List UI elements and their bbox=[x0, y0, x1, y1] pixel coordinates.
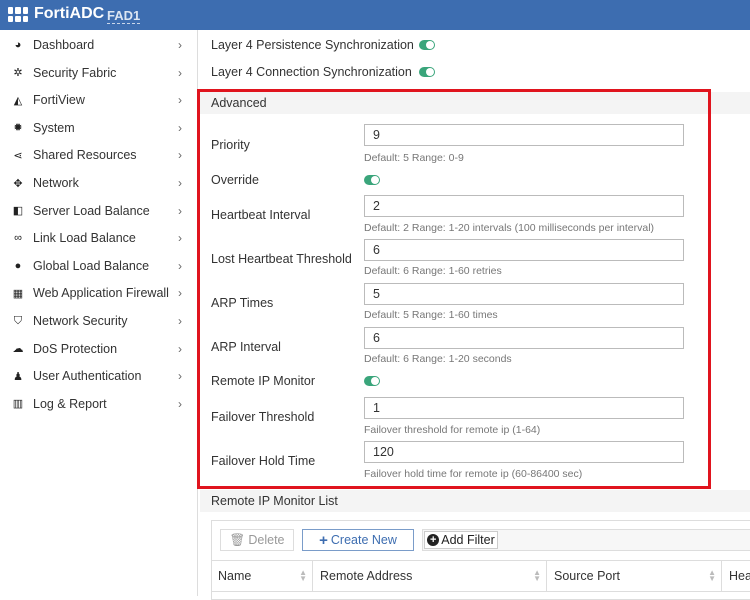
column-header-name[interactable]: Name ▲ ▼ bbox=[211, 561, 313, 591]
sort-icon: ▲ ▼ bbox=[708, 568, 716, 583]
sidebar-item-label: Web Application Firewall bbox=[33, 286, 169, 301]
chevron-right-icon: › bbox=[178, 65, 182, 80]
sidebar-item-label: Log & Report bbox=[33, 396, 107, 411]
sort-icon: ▲ ▼ bbox=[299, 568, 307, 583]
column-heartbeat-label: Hea bbox=[729, 569, 750, 583]
chevron-right-icon: › bbox=[178, 203, 182, 218]
chart-icon: ▥ bbox=[12, 398, 24, 411]
sidebar-item-label: Network Security bbox=[33, 314, 128, 328]
add-filter-button[interactable]: + Add Filter bbox=[424, 531, 498, 549]
shield-icon: ⛉ bbox=[13, 314, 23, 327]
create-new-button[interactable]: + Create New bbox=[302, 529, 414, 551]
chevron-right-icon: › bbox=[178, 286, 182, 301]
sidebar-item-label: FortiView bbox=[33, 93, 85, 108]
sidebar-item-label: User Authentication bbox=[33, 369, 142, 384]
sidebar-item-user-authentication[interactable]: ♟ User Authentication › bbox=[0, 363, 198, 389]
user-icon: ♟ bbox=[13, 370, 23, 383]
remote-ip-monitor-list-header: Remote IP Monitor List bbox=[200, 490, 750, 512]
column-name-label: Name bbox=[218, 569, 252, 583]
sidebar-item-system[interactable]: ✹ System › bbox=[0, 115, 198, 141]
globe-icon: ● bbox=[14, 259, 22, 272]
link-icon: ∞ bbox=[14, 232, 22, 245]
chevron-right-icon: › bbox=[178, 231, 182, 246]
network-icon: ✥ bbox=[13, 177, 23, 190]
brand-name: FortiADC bbox=[34, 5, 105, 22]
chevron-right-icon: › bbox=[178, 258, 182, 273]
sidebar-item-label: Security Fabric bbox=[33, 65, 117, 80]
sidebar-item-network-security[interactable]: ⛉ Network Security › bbox=[0, 308, 198, 334]
firewall-icon: ▦ bbox=[12, 287, 24, 300]
sidebar-item-shared-resources[interactable]: ⋖ Shared Resources › bbox=[0, 142, 198, 168]
sidebar-item-label: Network bbox=[33, 176, 79, 190]
chevron-right-icon: › bbox=[178, 38, 182, 52]
sidebar-item-server-load-balance[interactable]: ◧ Server Load Balance › bbox=[0, 198, 198, 224]
highlight-box bbox=[197, 89, 711, 489]
column-remote-address-label: Remote Address bbox=[320, 569, 413, 583]
chevron-right-icon: › bbox=[178, 341, 182, 356]
l4-connection-sync-label: Layer 4 Connection Synchronization bbox=[211, 65, 412, 79]
plus-icon: + bbox=[319, 531, 328, 549]
column-source-port-label: Source Port bbox=[554, 569, 621, 583]
sort-icon: ▲ ▼ bbox=[533, 568, 541, 583]
sidebar-item-link-load-balance[interactable]: ∞ Link Load Balance › bbox=[0, 225, 198, 251]
l4-persistence-sync-label: Layer 4 Persistence Synchronization bbox=[211, 38, 414, 52]
table-row-divider bbox=[211, 591, 750, 592]
sidebar-item-label: Link Load Balance bbox=[33, 231, 136, 246]
sidebar-item-dashboard[interactable]: ◕ Dashboard › bbox=[0, 32, 198, 58]
trash-icon: 🗑 bbox=[229, 532, 246, 547]
share-icon: ⋖ bbox=[13, 149, 23, 162]
l4-connection-sync-toggle[interactable] bbox=[419, 67, 435, 77]
create-new-label: Create New bbox=[330, 533, 397, 547]
chevron-right-icon: › bbox=[178, 176, 182, 190]
sidebar-item-label: Dashboard bbox=[33, 38, 95, 52]
sidebar-item-label: Server Load Balance bbox=[33, 203, 150, 218]
chevron-right-icon: › bbox=[178, 369, 182, 384]
column-header-source-port[interactable]: Source Port ▲ ▼ bbox=[547, 561, 722, 591]
sidebar-item-label: Global Load Balance bbox=[33, 258, 150, 273]
hostname[interactable]: FAD1 bbox=[107, 8, 141, 24]
sidebar-item-security-fabric[interactable]: ✲ Security Fabric › bbox=[0, 60, 198, 86]
column-header-heartbeat[interactable]: Hea bbox=[722, 561, 750, 591]
column-header-remote-address[interactable]: Remote Address ▲ ▼ bbox=[313, 561, 547, 591]
cloud-icon: ☁ bbox=[12, 343, 24, 356]
sidebar-item-global-load-balance[interactable]: ● Global Load Balance › bbox=[0, 253, 198, 279]
server-load-balance-icon: ◧ bbox=[12, 205, 24, 218]
chevron-right-icon: › bbox=[178, 148, 182, 163]
sidebar: ◕ Dashboard › ✲ Security Fabric › ◭ FortiView › ✹… bbox=[0, 30, 198, 596]
top-header: FortiADC FAD1 bbox=[0, 0, 750, 30]
sidebar-item-label: Shared Resources bbox=[33, 148, 137, 163]
add-filter-label: Add Filter bbox=[441, 533, 495, 547]
chevron-right-icon: › bbox=[178, 120, 182, 135]
chevron-right-icon: › bbox=[178, 93, 182, 108]
sidebar-item-dos-protection[interactable]: ☁ DoS Protection › bbox=[0, 336, 198, 362]
chevron-right-icon: › bbox=[178, 314, 182, 328]
security-fabric-icon: ✲ bbox=[13, 67, 23, 80]
sidebar-item-web-application-firewall[interactable]: ▦ Web Application Firewall › bbox=[0, 280, 198, 306]
sidebar-item-label: DoS Protection bbox=[33, 341, 118, 356]
fortiview-icon: ◭ bbox=[13, 94, 23, 107]
plus-circle-icon: + bbox=[427, 534, 440, 546]
sidebar-item-network[interactable]: ✥ Network › bbox=[0, 170, 198, 196]
delete-button[interactable]: 🗑 Delete bbox=[220, 529, 294, 551]
l4-persistence-sync-toggle[interactable] bbox=[419, 40, 435, 50]
delete-label: Delete bbox=[248, 533, 285, 547]
chevron-right-icon: › bbox=[178, 396, 182, 411]
gear-icon: ✹ bbox=[13, 122, 23, 135]
sidebar-item-label: System bbox=[33, 120, 75, 135]
dashboard-icon: ◕ bbox=[14, 39, 22, 51]
fortinet-logo-icon bbox=[8, 7, 28, 22]
sidebar-item-fortiview[interactable]: ◭ FortiView › bbox=[0, 87, 198, 113]
sidebar-item-log-report[interactable]: ▥ Log & Report › bbox=[0, 391, 198, 417]
